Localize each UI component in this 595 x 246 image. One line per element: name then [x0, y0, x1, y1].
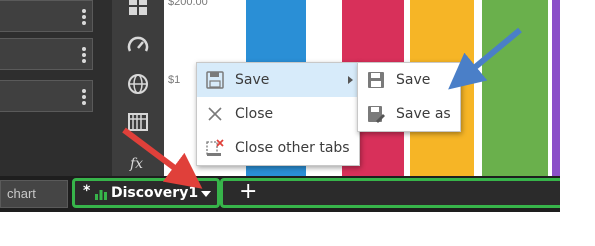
visualization-icon-strip: fx: [112, 0, 164, 176]
panel-row[interactable]: [0, 0, 93, 32]
menu-item-close-other-tabs[interactable]: Close other tabs: [197, 131, 359, 165]
menu-item-save[interactable]: Save: [197, 63, 359, 97]
save-as-icon: [368, 106, 385, 123]
dashboard-icon[interactable]: [126, 0, 150, 18]
modified-marker: *: [83, 183, 91, 199]
more-options-icon[interactable]: [82, 47, 86, 63]
table-icon[interactable]: [126, 110, 150, 134]
more-options-icon[interactable]: [82, 89, 86, 105]
save-icon: [368, 72, 384, 88]
submenu-item-save[interactable]: Save: [358, 63, 460, 97]
add-tab-button[interactable]: +: [239, 179, 257, 204]
search-tab-label: chart: [7, 186, 36, 201]
tab-bar: chart * Discovery1 +: [0, 176, 560, 212]
function-icon[interactable]: fx: [126, 150, 150, 174]
tab-label: Discovery1: [111, 185, 199, 201]
close-icon: [208, 107, 222, 121]
submenu-item-label: Save as: [396, 106, 451, 122]
menu-item-label: Save: [235, 72, 270, 88]
submenu-arrow-icon: [348, 76, 353, 84]
more-options-icon[interactable]: [82, 9, 86, 25]
panel-row[interactable]: [0, 38, 93, 70]
panel-row[interactable]: [0, 80, 93, 112]
close-other-tabs-icon: [206, 139, 224, 156]
tab-menu-chevron-icon[interactable]: [201, 191, 211, 197]
menu-item-label: Close other tabs: [235, 140, 350, 156]
y-axis-label: $1: [168, 74, 181, 86]
globe-icon[interactable]: [126, 72, 150, 96]
chart-bar: [482, 0, 548, 176]
bar-chart-icon: [95, 190, 107, 200]
menu-item-close[interactable]: Close: [197, 97, 359, 131]
submenu-item-save-as[interactable]: Save as: [358, 97, 460, 131]
menu-item-label: Close: [235, 106, 274, 122]
save-icon: [206, 71, 224, 89]
gauge-icon[interactable]: [126, 34, 150, 58]
tab-context-menu: Save Close Close other tabs: [196, 62, 360, 166]
y-axis-label: $200.00: [168, 0, 208, 8]
chart-bar: [552, 0, 560, 176]
search-tab[interactable]: chart: [0, 180, 68, 208]
svg-text:fx: fx: [129, 156, 143, 172]
tab-discovery1[interactable]: * Discovery1: [72, 178, 220, 208]
save-submenu: Save Save as: [357, 62, 461, 132]
submenu-item-label: Save: [396, 72, 431, 88]
new-tab-area: +: [220, 178, 560, 208]
